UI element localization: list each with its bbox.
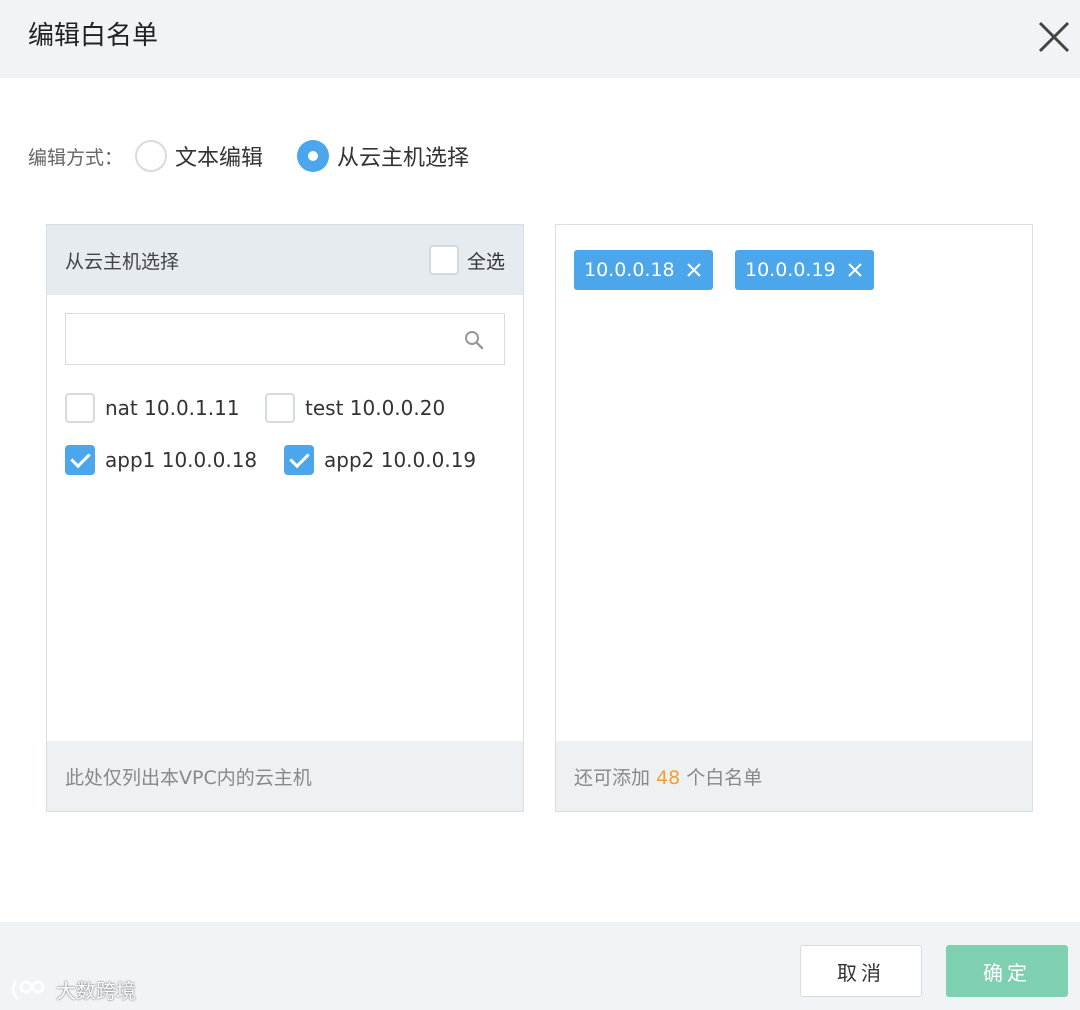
radio-vm-select-label: 从云主机选择	[337, 146, 470, 171]
radio-text-edit-label: 文本编辑	[175, 146, 264, 171]
dialog-footer: 取消 确定	[0, 922, 1080, 1010]
vm-item-nat[interactable]: nat 10.0.1.11	[65, 393, 240, 423]
whitelist-panel: 10.0.0.18 10.0.0.19 还可添加 48 个白名单	[555, 224, 1033, 812]
vm-search-input[interactable]	[66, 314, 446, 362]
select-all-checkbox[interactable]: 全选	[428, 245, 505, 275]
whitelist-panel-footer: 还可添加 48 个白名单	[556, 741, 1032, 811]
close-icon[interactable]	[1034, 17, 1074, 57]
remaining-quota: 还可添加 48 个白名单	[574, 763, 762, 790]
vm-item-label: app2 10.0.0.19	[324, 448, 477, 472]
remaining-suffix: 个白名单	[686, 767, 763, 789]
whitelist-tag: 10.0.0.19	[735, 250, 874, 290]
vm-select-panel: 从云主机选择 全选 nat 10.0.1.11 test 10.0.0.20 a…	[46, 224, 524, 812]
vm-item-app1[interactable]: app1 10.0.0.18	[65, 445, 257, 475]
checkbox-checked[interactable]	[65, 445, 95, 475]
watermark-text: 大数跨境	[56, 979, 136, 1003]
checkbox-unchecked[interactable]	[428, 245, 459, 275]
radio-button-unchecked[interactable]	[135, 140, 168, 172]
dialog-title: 编辑白名单	[28, 21, 159, 51]
radio-button-checked[interactable]	[297, 140, 330, 172]
cancel-button[interactable]: 取消	[800, 945, 922, 997]
checkbox-unchecked[interactable]	[65, 393, 95, 423]
edit-mode-row: 编辑方式： 文本编辑 从云主机选择	[28, 138, 503, 174]
whitelist-tag-label: 10.0.0.19	[745, 259, 836, 281]
close-icon[interactable]	[685, 261, 703, 279]
radio-text-edit[interactable]: 文本编辑	[135, 140, 263, 172]
radio-vm-select[interactable]: 从云主机选择	[297, 140, 469, 172]
whitelist-tag-label: 10.0.0.18	[584, 259, 675, 281]
vm-item-test[interactable]: test 10.0.0.20	[265, 393, 445, 423]
vm-item-label: test 10.0.0.20	[305, 396, 446, 420]
vm-item-label: nat 10.0.1.11	[105, 396, 240, 420]
checkbox-checked[interactable]	[284, 445, 314, 475]
vpc-note: 此处仅列出本VPC内的云主机	[65, 767, 312, 789]
edit-mode-label: 编辑方式：	[28, 146, 124, 169]
remaining-prefix: 还可添加	[574, 767, 651, 789]
whitelist-tag: 10.0.0.18	[574, 250, 713, 290]
watermark: 大数跨境	[10, 975, 136, 1004]
checkbox-unchecked[interactable]	[265, 393, 295, 423]
vm-search-box[interactable]	[65, 313, 505, 365]
watermark-logo-icon	[12, 979, 45, 1000]
confirm-button[interactable]: 确定	[946, 945, 1068, 997]
vm-item-app2[interactable]: app2 10.0.0.19	[284, 445, 476, 475]
vm-panel-header: 从云主机选择 全选	[47, 225, 523, 295]
remaining-count: 48	[656, 767, 681, 789]
close-icon[interactable]	[846, 261, 864, 279]
vm-item-label: app1 10.0.0.18	[105, 448, 258, 472]
dialog-header: 编辑白名单	[0, 0, 1080, 78]
select-all-label: 全选	[466, 250, 505, 273]
vm-panel-footer: 此处仅列出本VPC内的云主机	[47, 741, 523, 811]
search-icon[interactable]	[464, 330, 484, 350]
vm-panel-title: 从云主机选择	[65, 251, 180, 273]
